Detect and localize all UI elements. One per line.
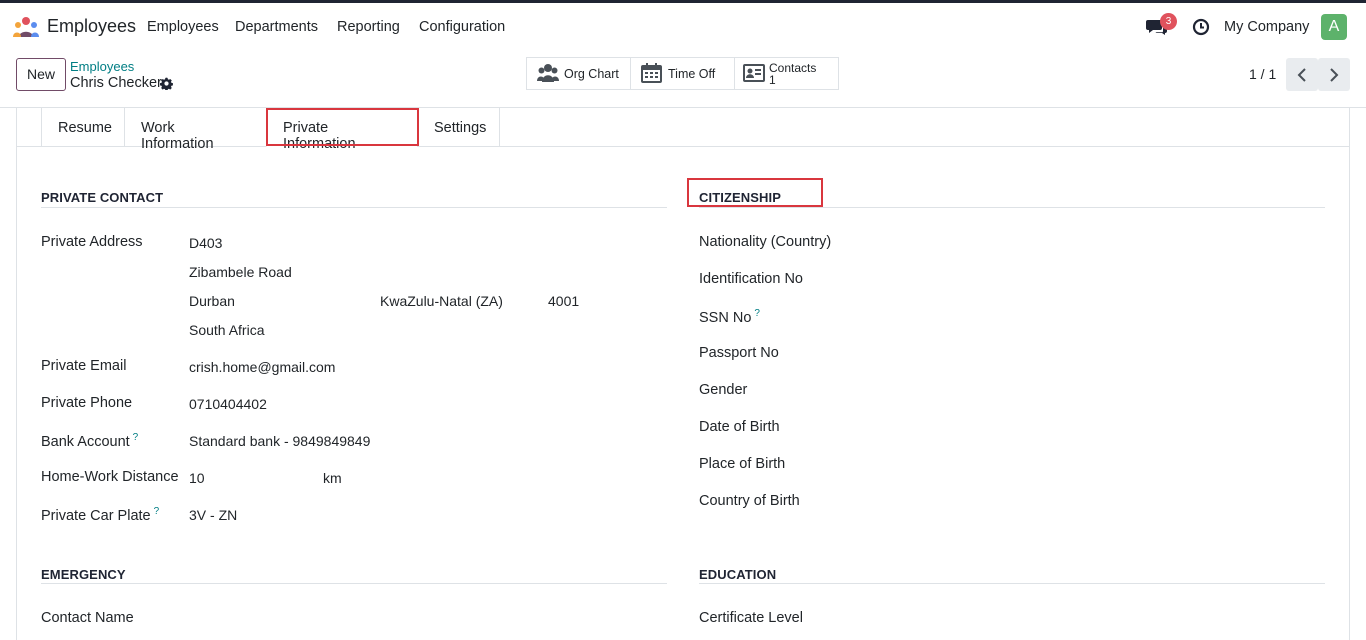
activity-clock-icon[interactable] [1192,18,1210,36]
country-field[interactable]: South Africa [189,322,265,338]
date-of-birth-label: Date of Birth [699,419,780,435]
section-education: EDUCATION [699,567,777,582]
chevron-left-icon [1297,68,1306,82]
time-off-label: Time Off [668,67,716,81]
zip-field[interactable]: 4001 [548,293,579,309]
identification-no-label: Identification No [699,271,803,287]
section-divider [41,583,667,584]
pager-previous-button[interactable] [1286,58,1318,91]
new-button[interactable]: New [16,58,66,91]
smart-buttons: Org Chart Time Off Contacts 1 [526,57,839,90]
help-tooltip-icon[interactable]: ? [754,308,760,319]
section-divider [699,207,1325,208]
highlight-private-tab [266,108,419,146]
street2-field[interactable]: Zibambele Road [189,264,292,280]
distance-field[interactable]: 10 [189,470,205,486]
notification-badge: 3 [1160,13,1177,30]
private-phone-field[interactable]: 0710404402 [189,396,267,412]
home-work-distance-label: Home-Work Distance [41,469,179,485]
help-tooltip-icon[interactable]: ? [133,432,139,443]
breadcrumb-employees-link[interactable]: Employees [70,59,134,74]
private-car-plate-label: Private Car Plate? [41,506,160,524]
users-icon [537,64,559,82]
country-of-birth-label: Country of Birth [699,493,800,509]
calendar-icon [641,63,662,83]
private-address-label: Private Address [41,234,143,250]
place-of-birth-label: Place of Birth [699,456,786,472]
bank-account-field[interactable]: Standard bank - 9849849849 [189,433,370,449]
tab-resume[interactable]: Resume [41,108,124,147]
user-avatar[interactable]: A [1321,14,1347,40]
section-divider [41,207,667,208]
menu-configuration[interactable]: Configuration [419,19,505,35]
pager-next-button[interactable] [1318,58,1350,91]
contacts-label: Contacts [769,61,817,75]
bank-account-label: Bank Account? [41,432,139,450]
menu-employees[interactable]: Employees [147,19,219,35]
form-sheet: Resume Work Information Private Informat… [16,108,1350,640]
gear-icon[interactable] [160,77,173,90]
org-chart-label: Org Chart [564,67,619,81]
private-phone-label: Private Phone [41,395,133,411]
contact-card-icon [743,64,765,82]
menu-departments[interactable]: Departments [235,19,318,35]
breadcrumb-current: Chris Checker [70,75,162,91]
pager-value[interactable]: 1 / 1 [1249,66,1276,82]
contacts-count: 1 [769,73,776,87]
car-plate-field[interactable]: 3V - ZN [189,507,237,523]
nationality-label: Nationality (Country) [699,234,832,250]
app-name[interactable]: Employees [47,16,136,37]
control-panel: New Employees Chris Checker Org Chart Ti… [0,50,1366,108]
private-email-label: Private Email [41,358,127,374]
time-off-button[interactable]: Time Off [631,58,735,89]
section-divider [699,583,1325,584]
contacts-button[interactable]: Contacts 1 [735,58,838,89]
org-chart-button[interactable]: Org Chart [527,58,631,89]
emergency-contact-label: Contact Name [41,610,134,626]
section-emergency: EMERGENCY [41,567,126,582]
navbar: Employees Employees Departments Reportin… [0,3,1366,50]
distance-unit: km [323,470,342,486]
street-field[interactable]: D403 [189,235,222,251]
tab-settings[interactable]: Settings [417,108,500,147]
tab-work-information[interactable]: Work Information [124,108,266,152]
state-field[interactable]: KwaZulu-Natal (ZA) [380,293,503,309]
chevron-right-icon [1330,68,1339,82]
gender-label: Gender [699,382,748,398]
help-tooltip-icon[interactable]: ? [154,506,160,517]
certificate-level-label: Certificate Level [699,610,803,626]
company-switcher[interactable]: My Company [1224,19,1309,35]
menu-reporting[interactable]: Reporting [337,19,400,35]
passport-no-label: Passport No [699,345,779,361]
highlight-citizenship [687,178,823,207]
city-field[interactable]: Durban [189,293,235,309]
section-private-contact: PRIVATE CONTACT [41,190,164,205]
employees-app-icon[interactable] [13,16,39,38]
private-email-field[interactable]: crish.home@gmail.com [189,359,335,375]
ssn-no-label: SSN No? [699,308,760,326]
